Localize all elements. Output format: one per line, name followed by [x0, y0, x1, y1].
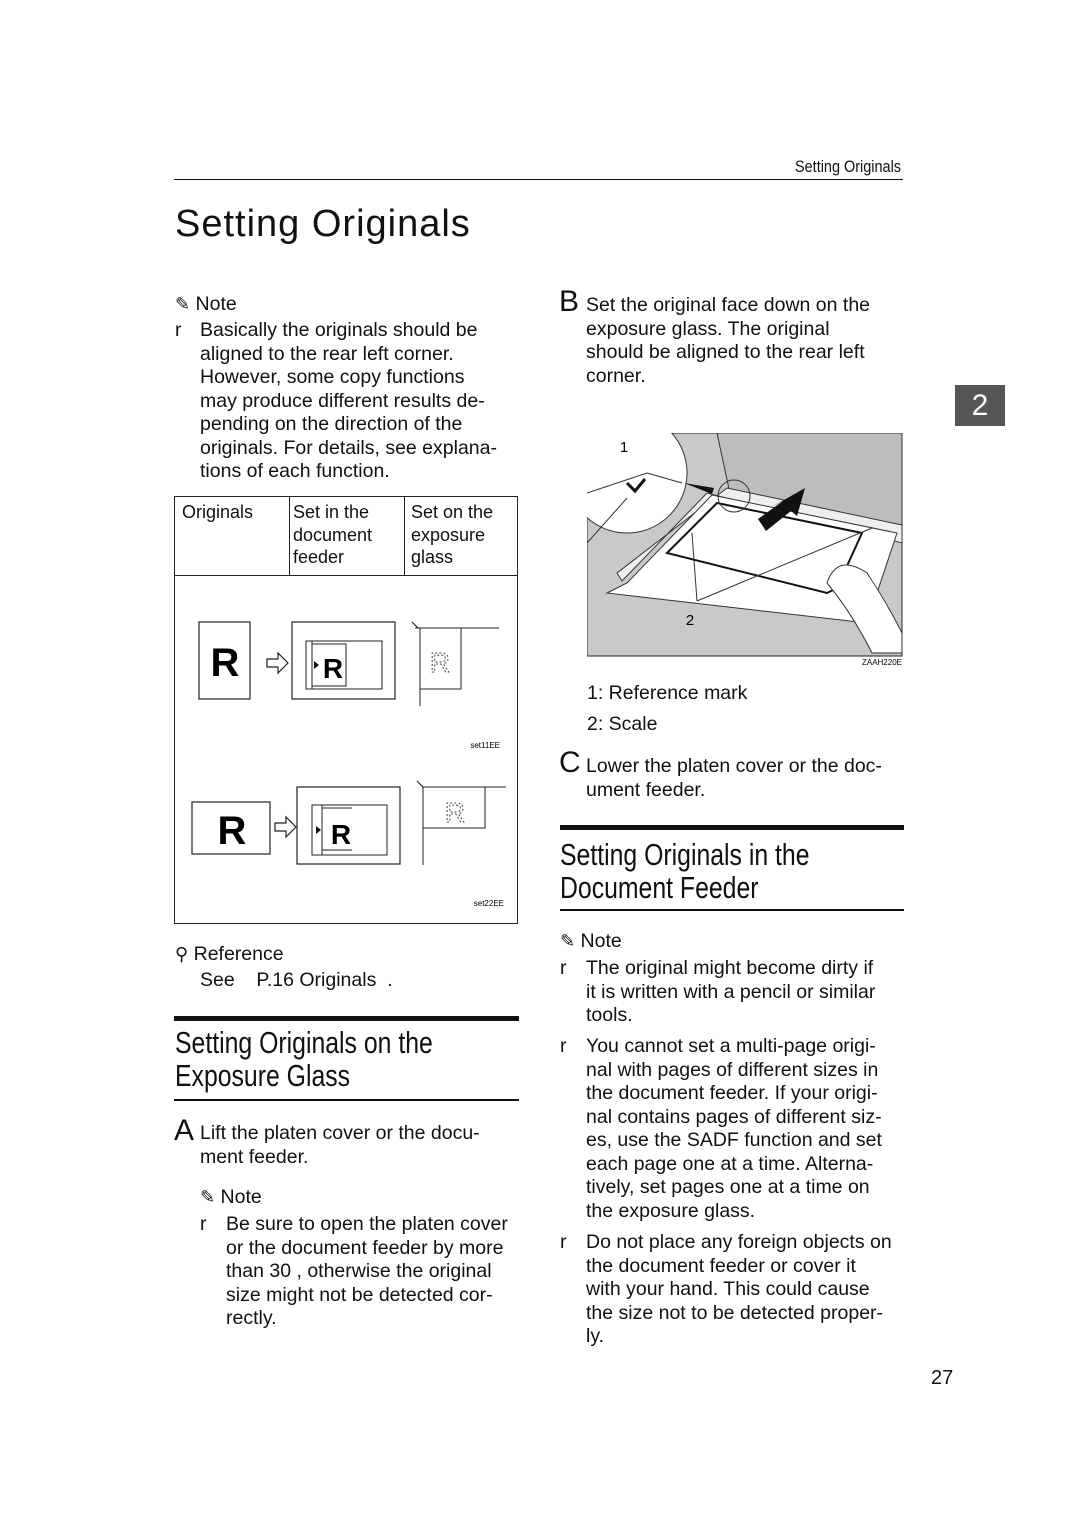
orientation-illustration: R R R set11EE R R R set22EE [191, 621, 506, 908]
section-rule-bottom [560, 909, 904, 911]
note-heading: ✎ Note [560, 930, 622, 952]
page-title: Setting Originals [175, 203, 471, 245]
section-rule-top [560, 825, 904, 830]
note-text: The original might become dirty if it is… [586, 957, 876, 1026]
table-header-exposure-glass: Set on the exposure glass [411, 502, 494, 567]
callout-2: 2 [686, 612, 694, 629]
bullet-mark: r [560, 1035, 567, 1057]
page-number: 27 [931, 1367, 954, 1389]
note-text: Be sure to open the platen cover or the … [226, 1213, 508, 1329]
pencil-icon: ✎ [200, 1187, 216, 1207]
figure-id: ZAAH220E [862, 658, 902, 667]
section-heading-document-feeder: Setting Originals in the Document Feeder [560, 837, 810, 905]
step-b-text: Set the original face down on the exposu… [586, 294, 871, 387]
magnifier-icon: ⚲ [175, 944, 189, 964]
svg-text:R: R [323, 653, 343, 684]
svg-text:R: R [430, 647, 450, 678]
callout-1: 1 [620, 439, 628, 456]
table-header-document-feeder: Set in the document feeder [293, 502, 373, 567]
note-text: Do not place any foreign objects on the … [586, 1231, 892, 1347]
pencil-icon: ✎ [175, 294, 191, 314]
step-letter-a: A [174, 1114, 195, 1147]
svg-text:R: R [218, 809, 247, 853]
note-heading: ✎ Note [200, 1186, 262, 1208]
section-heading-exposure-glass: Setting Originals on the Exposure Glass [175, 1025, 433, 1093]
svg-text:R: R [331, 819, 351, 850]
svg-text:R: R [445, 797, 465, 828]
reference-link[interactable]: See P.16 Originals . [200, 969, 393, 993]
bullet-mark: r [560, 957, 567, 979]
note-text: Basically the originals should be aligne… [200, 319, 497, 482]
chapter-tab: 2 [955, 385, 1005, 426]
step-letter-c: C [559, 746, 581, 779]
step-a-text: Lift the platen cover or the docu- ment … [200, 1122, 480, 1168]
note-text: You cannot set a multi-page origi- nal w… [586, 1035, 882, 1222]
figure-id: set11EE [470, 741, 500, 750]
legend-reference-mark: 1: Reference mark [587, 682, 748, 704]
reference-heading: ⚲ Reference [175, 943, 284, 965]
note-heading: ✎ Note [175, 293, 237, 315]
originals-table: Originals Set in the document feeder Set… [174, 496, 518, 924]
running-header: Setting Originals [795, 157, 902, 176]
legend-scale: 2: Scale [587, 713, 658, 735]
header-rule [174, 179, 903, 180]
table-header-originals: Originals [182, 502, 254, 522]
svg-text:R: R [211, 641, 240, 685]
exposure-glass-illustration: 1 2 ZAAH220E [587, 433, 903, 667]
pencil-icon: ✎ [560, 931, 576, 951]
figure-id: set22EE [474, 899, 504, 908]
section-rule-bottom [174, 1099, 519, 1101]
bullet-mark: r [560, 1231, 567, 1253]
bullet-mark: r [175, 319, 182, 341]
step-c-text: Lower the platen cover or the doc- ument… [586, 755, 882, 801]
bullet-mark: r [200, 1213, 207, 1235]
step-letter-b: B [559, 285, 580, 318]
section-rule-top [174, 1016, 519, 1021]
